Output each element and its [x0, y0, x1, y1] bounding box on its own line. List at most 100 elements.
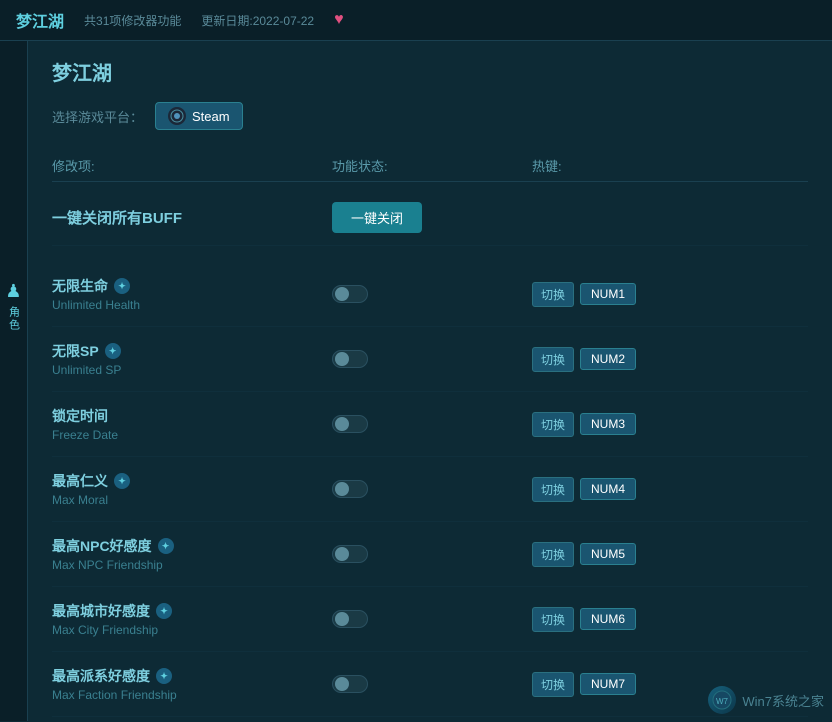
hotkey-switch-button[interactable]: 切换 — [532, 542, 574, 567]
feature-name-cell: 无限SP✦Unlimited SP — [52, 341, 332, 377]
hotkey-switch-button[interactable]: 切换 — [532, 282, 574, 307]
watermark: W7 Win7系统之家 — [708, 686, 824, 714]
favorite-icon[interactable]: ♥ — [334, 11, 344, 29]
hotkey-key-button[interactable]: NUM1 — [580, 283, 636, 305]
platform-row: 选择游戏平台： Steam — [52, 102, 808, 130]
one-key-row: 一键关闭所有BUFF 一键关闭 — [52, 190, 808, 246]
feature-name-zh: 锁定时间 — [52, 406, 332, 426]
toggle-knob — [335, 677, 349, 691]
page-title: 梦江湖 — [52, 57, 808, 86]
toggle-wrapper — [332, 350, 532, 368]
feature-name-en: Max NPC Friendship — [52, 558, 332, 572]
hotkey-wrapper: 切换 NUM6 — [532, 607, 732, 632]
table-row: 无限生命✦ Unlimited Health 切换 NUM1 — [52, 262, 808, 327]
hotkey-switch-button[interactable]: 切换 — [532, 347, 574, 372]
watermark-text: Win7系统之家 — [742, 691, 824, 710]
toggle-knob — [335, 547, 349, 561]
toggle-wrapper — [332, 480, 532, 498]
steam-logo-icon — [168, 107, 186, 125]
feature-name-zh: 无限生命✦ — [52, 276, 332, 296]
platform-label: 选择游戏平台： — [52, 107, 143, 126]
feature-toggle[interactable] — [332, 610, 368, 628]
watermark-logo: W7 — [708, 686, 736, 714]
feature-name-en: Max City Friendship — [52, 623, 332, 637]
feature-name-zh: 最高NPC好感度✦ — [52, 536, 332, 556]
steam-label: Steam — [192, 109, 230, 124]
star-badge: ✦ — [158, 538, 174, 554]
hotkey-wrapper: 切换 NUM4 — [532, 477, 732, 502]
col-modifier: 修改项: — [52, 156, 332, 175]
table-row: 锁定时间 Freeze Date 切换 NUM3 — [52, 392, 808, 457]
feature-toggle[interactable] — [332, 350, 368, 368]
sidebar-chess-icon: ♟ — [5, 281, 21, 302]
feature-name-cell: 无限生命✦ Unlimited Health — [52, 276, 332, 312]
col-status: 功能状态: — [332, 156, 532, 175]
toggle-wrapper — [332, 610, 532, 628]
hotkey-key-button[interactable]: NUM5 — [580, 543, 636, 565]
table-row: 最高NPC好感度✦ Max NPC Friendship 切换 NUM5 — [52, 522, 808, 587]
table-header: 修改项: 功能状态: 热键: — [52, 150, 808, 182]
star-badge: ✦ — [156, 668, 172, 684]
toggle-wrapper — [332, 415, 532, 433]
hotkey-wrapper: 切换 NUM7 — [532, 672, 732, 697]
feature-toggle[interactable] — [332, 415, 368, 433]
hotkey-switch-button[interactable]: 切换 — [532, 412, 574, 437]
hotkey-switch-button[interactable]: 切换 — [532, 607, 574, 632]
feature-name-en: Unlimited Health — [52, 298, 332, 312]
hotkey-key-button[interactable]: NUM4 — [580, 478, 636, 500]
svg-text:W7: W7 — [716, 697, 729, 706]
one-key-button[interactable]: 一键关闭 — [332, 202, 422, 233]
hotkey-wrapper: 切换 NUM1 — [532, 282, 732, 307]
feature-name-zh: 最高城市好感度✦ — [52, 601, 332, 621]
hotkey-key-button[interactable]: NUM2 — [580, 348, 636, 370]
content-panel: 梦江湖 选择游戏平台： Steam 修改项: 功能状态: 热键: 一键关闭所有 — [28, 41, 832, 721]
toggle-knob — [335, 287, 349, 301]
toggle-knob — [335, 482, 349, 496]
feature-toggle[interactable] — [332, 675, 368, 693]
toggle-knob — [335, 352, 349, 366]
feature-name-zh: 最高仁义✦ — [52, 471, 332, 491]
feature-name-en: Max Moral — [52, 493, 332, 507]
feature-toggle[interactable] — [332, 545, 368, 563]
toggle-wrapper — [332, 285, 532, 303]
top-bar: 梦江湖 共31项修改器功能 更新日期:2022-07-22 ♥ — [0, 0, 832, 41]
feature-name-en: Freeze Date — [52, 428, 332, 442]
feature-toggle[interactable] — [332, 285, 368, 303]
feature-name-cell: 最高城市好感度✦ Max City Friendship — [52, 601, 332, 637]
feature-list: 无限生命✦Unlimited Health切换NUM1无限SP✦Unlimite… — [52, 262, 808, 717]
feature-name-cell: 最高派系好感度✦ Max Faction Friendship — [52, 666, 332, 702]
star-badge: ✦ — [156, 603, 172, 619]
features-count: 共31项修改器功能 — [84, 12, 181, 29]
feature-toggle[interactable] — [332, 480, 368, 498]
star-badge: ✦ — [114, 473, 130, 489]
top-bar-title: 梦江湖 — [16, 8, 64, 32]
sidebar: ♟ 角色 — [0, 41, 28, 721]
feature-name-en: Max Faction Friendship — [52, 688, 332, 702]
star-badge: ✦ — [105, 343, 121, 359]
steam-button[interactable]: Steam — [155, 102, 243, 130]
feature-name-cell: 最高仁义✦ Max Moral — [52, 471, 332, 507]
feature-name-zh: 最高派系好感度✦ — [52, 666, 332, 686]
table-row: 最高城市好感度✦ Max City Friendship 切换 NUM6 — [52, 587, 808, 652]
table-row: 无限SP✦Unlimited SP切换NUM2 — [52, 327, 808, 392]
toggle-knob — [335, 417, 349, 431]
feature-name-cell: 锁定时间 Freeze Date — [52, 406, 332, 442]
toggle-wrapper — [332, 675, 532, 693]
hotkey-wrapper: 切换 NUM2 — [532, 347, 732, 372]
hotkey-wrapper: 切换 NUM3 — [532, 412, 732, 437]
hotkey-wrapper: 切换 NUM5 — [532, 542, 732, 567]
one-key-label: 一键关闭所有BUFF — [52, 207, 332, 228]
hotkey-key-button[interactable]: NUM3 — [580, 413, 636, 435]
main-content: ♟ 角色 梦江湖 选择游戏平台： Steam 修改项: 功能状态: 热键: — [0, 41, 832, 721]
feature-name-en: Unlimited SP — [52, 363, 332, 377]
hotkey-key-button[interactable]: NUM6 — [580, 608, 636, 630]
toggle-wrapper — [332, 545, 532, 563]
sidebar-label: 角色 — [6, 306, 22, 332]
star-badge: ✦ — [114, 278, 130, 294]
hotkey-switch-button[interactable]: 切换 — [532, 477, 574, 502]
hotkey-key-button[interactable]: NUM7 — [580, 673, 636, 695]
col-hotkey: 热键: — [532, 156, 732, 175]
feature-name-cell: 最高NPC好感度✦ Max NPC Friendship — [52, 536, 332, 572]
hotkey-switch-button[interactable]: 切换 — [532, 672, 574, 697]
update-date: 更新日期:2022-07-22 — [201, 12, 314, 29]
